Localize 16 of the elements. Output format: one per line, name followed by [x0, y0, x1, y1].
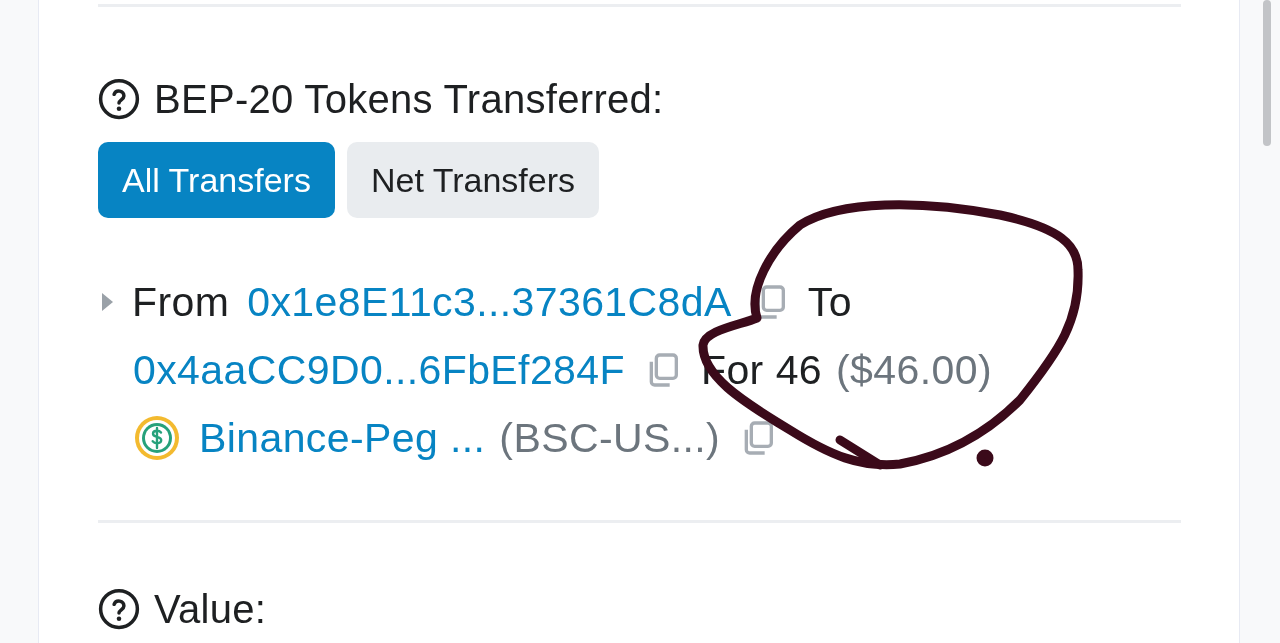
- section-heading: BEP-20 Tokens Transferred:: [154, 76, 664, 122]
- token-amount: 46: [775, 346, 823, 394]
- filter-tab[interactable]: Net Transfers: [346, 142, 600, 218]
- from-label: From: [132, 278, 230, 326]
- help-icon[interactable]: [98, 78, 140, 120]
- section-heading: Value:: [154, 586, 267, 632]
- usd-value: ($46.00): [836, 346, 992, 394]
- address-link[interactable]: 0x4aaCC9D0...6FbEf284F: [133, 346, 625, 394]
- dollar-coin-icon: [133, 414, 181, 462]
- token-symbol: (BSC-US...): [499, 414, 721, 462]
- filter-tab[interactable]: All Transfers: [98, 142, 335, 218]
- token-link[interactable]: Binance-Peg ...: [199, 414, 486, 462]
- help-icon[interactable]: [98, 588, 140, 630]
- to-label: To: [807, 278, 852, 326]
- scrollbar-thumb[interactable]: [1263, 0, 1271, 146]
- address-link[interactable]: 0x1e8E11c3...37361C8dA: [247, 278, 732, 326]
